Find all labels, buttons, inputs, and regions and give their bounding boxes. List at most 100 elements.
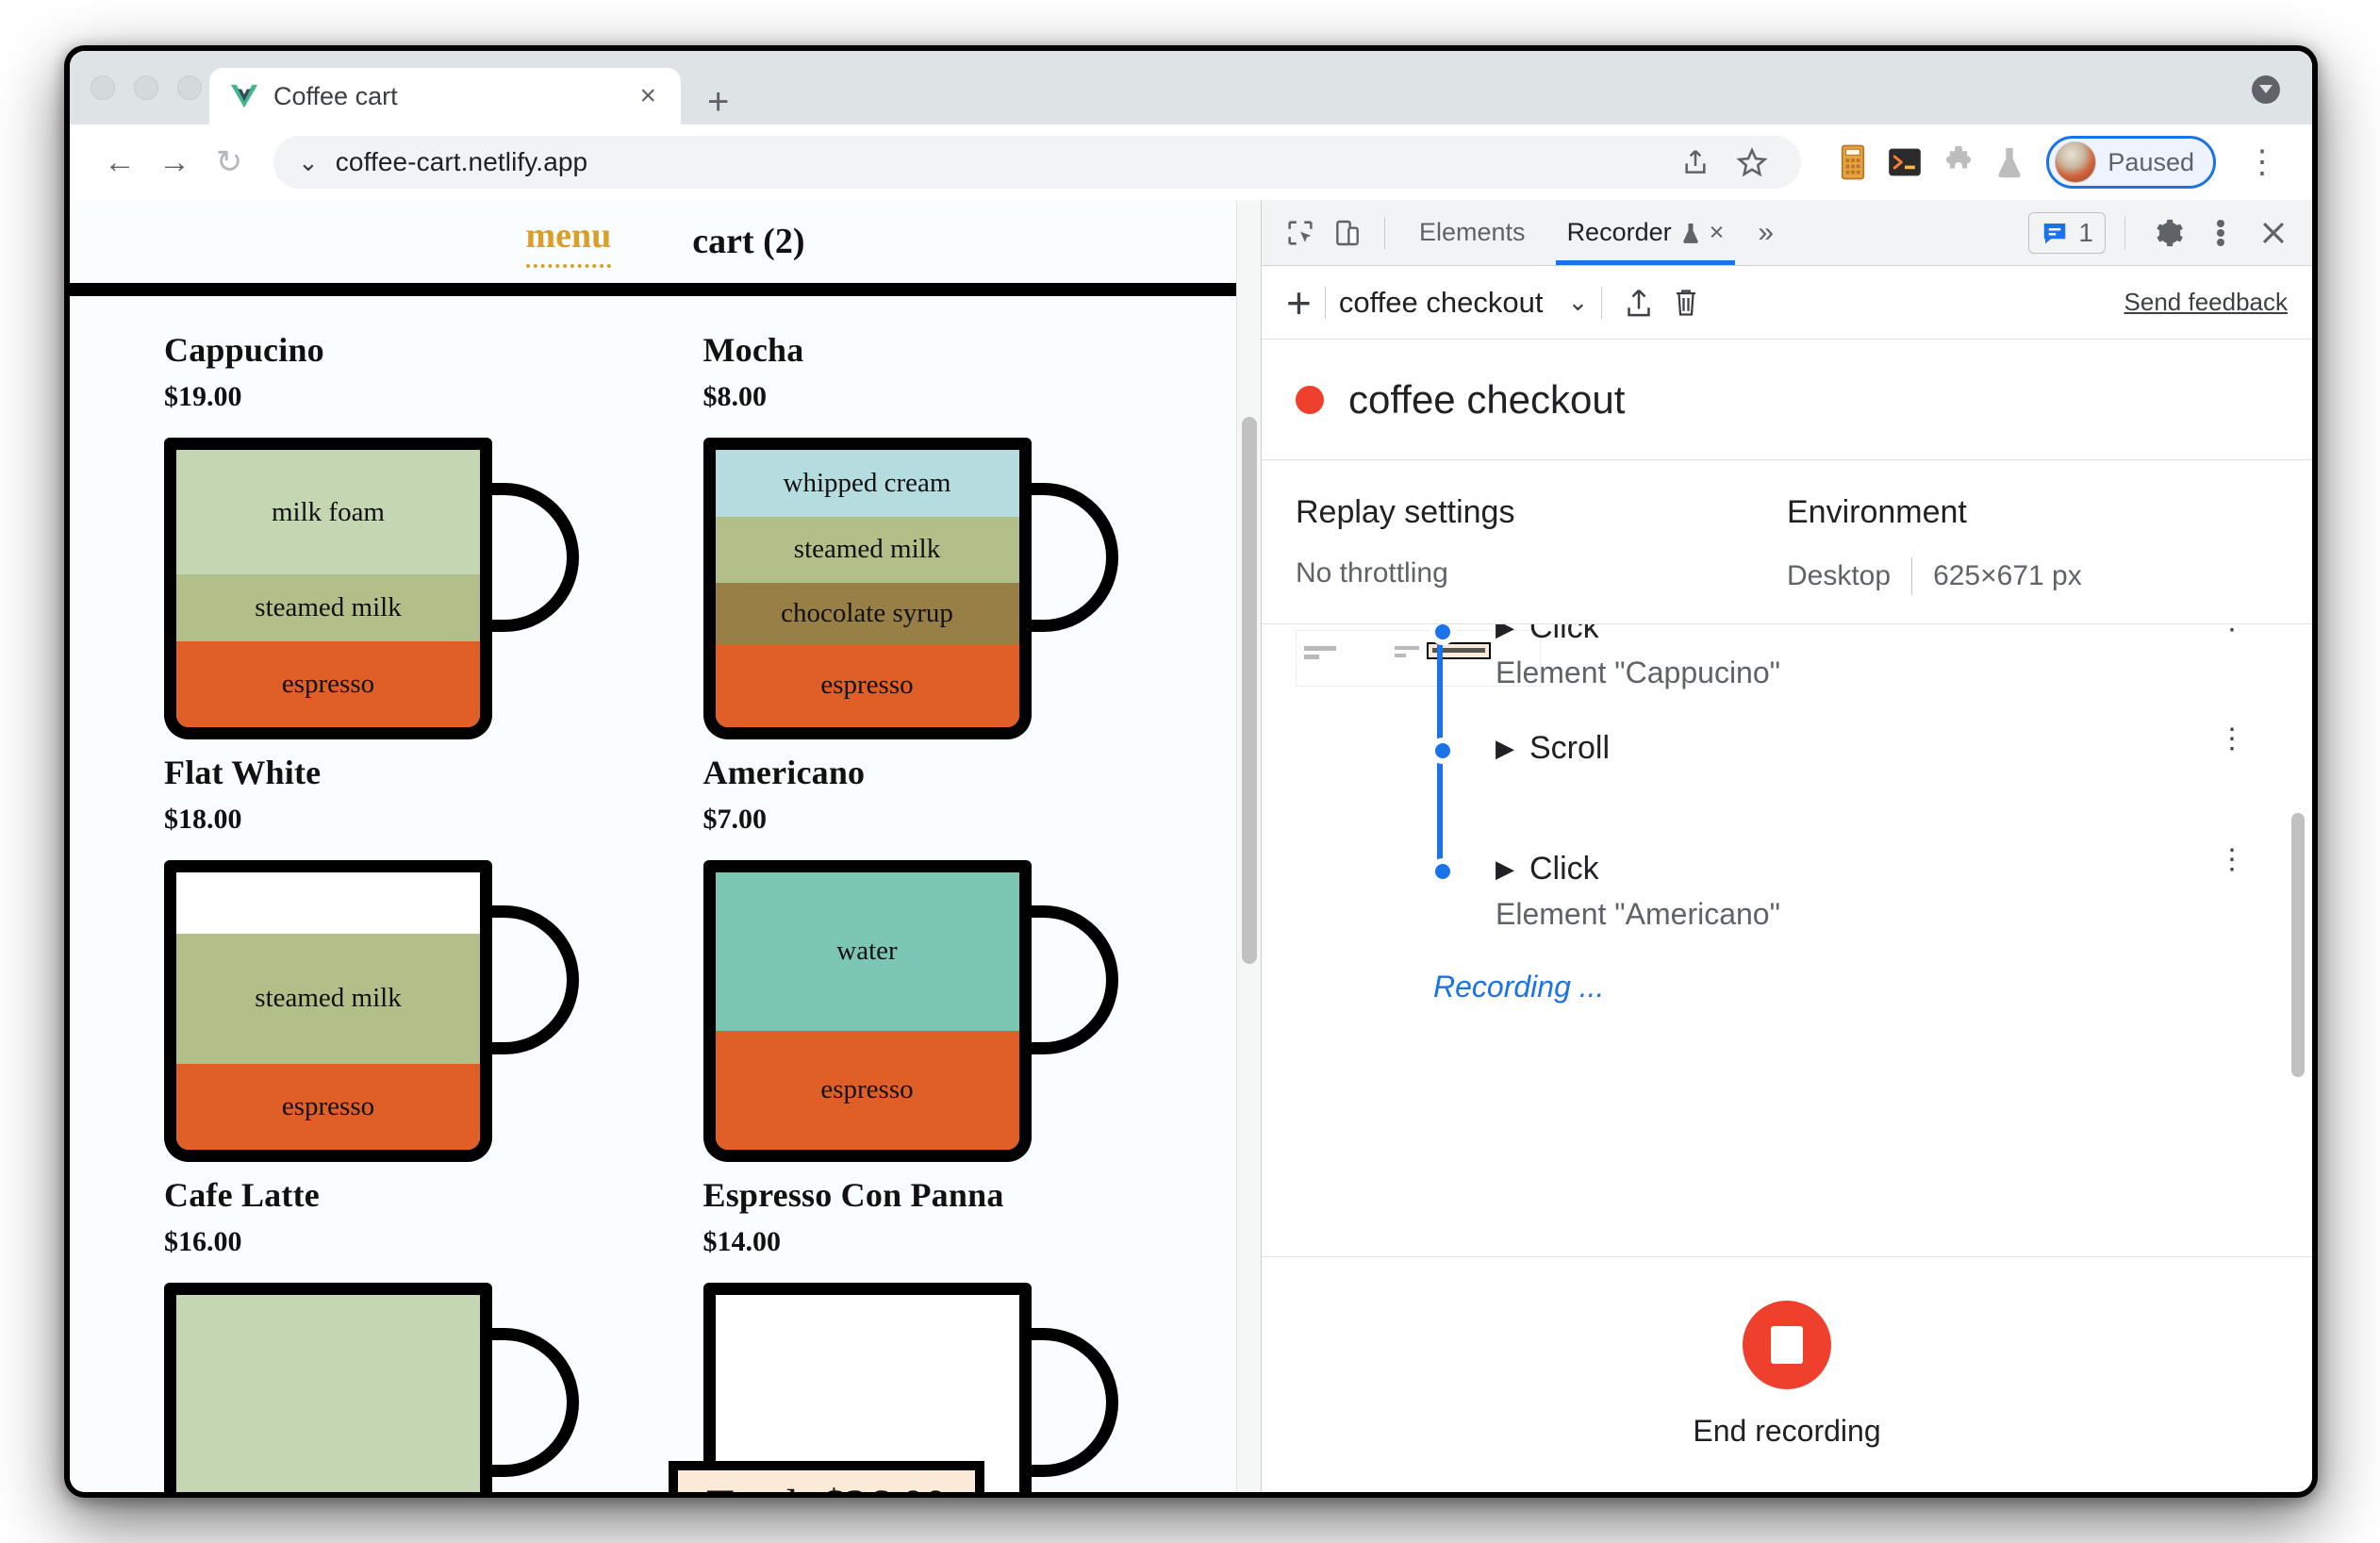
- reload-button[interactable]: ↻: [202, 143, 256, 181]
- coffee-item[interactable]: Americano $7.00 water espresso: [702, 753, 1167, 1162]
- end-recording-label: End recording: [1693, 1414, 1881, 1448]
- coffee-item[interactable]: Mocha $8.00 whipped cream steamed milk choco…: [702, 330, 1167, 739]
- coffee-item[interactable]: Cappucino $19.00 milk foam steamed milk espr…: [164, 330, 628, 739]
- gear-icon[interactable]: [2144, 209, 2191, 257]
- coffee-cup[interactable]: milk foam steamed milk espresso: [164, 438, 579, 739]
- recording-title: coffee checkout: [1348, 376, 1626, 422]
- step-options-icon[interactable]: ⋮: [2218, 624, 2246, 634]
- device-toolbar-icon[interactable]: [1324, 209, 1371, 257]
- maximize-window-button[interactable]: [177, 75, 202, 100]
- tab-recorder-label: Recorder: [1566, 218, 1672, 246]
- step-type: Scroll: [1529, 730, 1611, 766]
- replay-throttling-value[interactable]: No throttling: [1296, 557, 1787, 589]
- close-tab-icon[interactable]: ×: [636, 82, 660, 110]
- cup-layer: [176, 1295, 480, 1492]
- page-scrollbar[interactable]: [1236, 200, 1261, 1492]
- environment-heading: Environment: [1787, 494, 1967, 530]
- recorder-step[interactable]: ▶ Scroll ⋮: [1424, 725, 2312, 767]
- send-feedback-link[interactable]: Send feedback: [2124, 288, 2288, 317]
- nav-link-cart[interactable]: cart (2): [692, 221, 804, 262]
- calculator-extension-icon[interactable]: [1839, 144, 1867, 180]
- cup-layer: water: [715, 872, 1019, 1031]
- cup-layer: milk foam: [176, 450, 480, 575]
- coffee-cup[interactable]: whipped cream steamed milk chocolate syrup…: [702, 438, 1118, 739]
- coffee-item[interactable]: Flat White $18.00 steamed milk espresso: [164, 753, 628, 1162]
- more-tabs-icon[interactable]: »: [1744, 217, 1787, 249]
- tab-recorder[interactable]: Recorder ×: [1546, 200, 1745, 265]
- site-info-chevron-icon[interactable]: ⌄: [298, 148, 319, 177]
- coffee-item-name: Mocha: [702, 331, 804, 369]
- coffee-cup[interactable]: water espresso: [702, 860, 1118, 1162]
- devtools-tabbar: Elements Recorder × » 1: [1262, 200, 2312, 266]
- step-type: Click: [1529, 851, 1599, 887]
- expand-step-icon[interactable]: ▶: [1496, 624, 1514, 642]
- step-options-icon[interactable]: ⋮: [2218, 846, 2246, 873]
- nav-link-menu[interactable]: menu: [525, 215, 612, 268]
- flask-extension-icon[interactable]: [1995, 145, 2024, 179]
- cup-body: water espresso: [702, 860, 1032, 1162]
- page-scrollbar-thumb[interactable]: [1242, 417, 1257, 964]
- inspect-element-icon[interactable]: [1277, 209, 1324, 257]
- toolbar-divider: [1384, 216, 1385, 249]
- back-button[interactable]: ←: [92, 144, 147, 181]
- cup-layer: espresso: [715, 643, 1019, 727]
- header-divider: [70, 283, 1261, 296]
- delete-recording-icon[interactable]: [1662, 279, 1710, 326]
- import-recording-icon[interactable]: [1615, 279, 1662, 326]
- cup-layer: espresso: [715, 1030, 1019, 1150]
- sync-paused-label: Paused: [2107, 147, 2194, 176]
- browser-menu-icon[interactable]: ⋮: [2235, 143, 2289, 181]
- coffee-item-price: $8.00: [702, 381, 768, 412]
- cup-layer: espresso: [176, 1063, 480, 1150]
- coffee-cup[interactable]: steamed milk espresso: [164, 860, 579, 1162]
- browser-window: Coffee cart × + ← → ↻ ⌄ coffee-cart.netl…: [64, 45, 2318, 1498]
- recording-title-row: coffee checkout: [1262, 340, 2312, 460]
- add-recording-button[interactable]: +: [1286, 281, 1312, 324]
- share-icon[interactable]: [1671, 138, 1720, 187]
- web-page-coffee-cart: menu cart (2) Cappucino $19.00 milk foam st…: [70, 200, 1261, 1492]
- recorder-step[interactable]: ▶ Click Element "Americano" ⋮: [1424, 846, 2312, 932]
- coffee-item-name: Cafe Latte: [164, 1176, 320, 1214]
- address-bar[interactable]: ⌄ coffee-cart.netlify.app: [273, 136, 1802, 189]
- coffee-cup[interactable]: [164, 1283, 579, 1492]
- recording-selector[interactable]: coffee checkout ⌄: [1339, 286, 1588, 320]
- steps-scrollbar-thumb[interactable]: [2291, 813, 2305, 1077]
- terminal-extension-icon[interactable]: [1888, 147, 1922, 177]
- close-recorder-tab-icon[interactable]: ×: [1710, 218, 1725, 247]
- expand-step-icon[interactable]: ▶: [1496, 734, 1514, 763]
- step-options-icon[interactable]: ⋮: [2218, 725, 2246, 753]
- chevron-down-icon[interactable]: ⌄: [1567, 288, 1588, 317]
- coffee-item[interactable]: Cafe Latte $16.00: [164, 1175, 628, 1492]
- tab-elements[interactable]: Elements: [1398, 200, 1546, 265]
- stop-square: [1771, 1326, 1803, 1364]
- environment-values: Desktop 625×671 px: [1787, 557, 2278, 595]
- profile-paused-chip[interactable]: Paused: [2046, 136, 2216, 189]
- coffee-item[interactable]: Espresso Con Panna $14.00: [702, 1175, 1167, 1492]
- new-tab-button[interactable]: +: [707, 83, 729, 121]
- tab-strip-menu-icon[interactable]: [2252, 75, 2280, 104]
- cup-layer: whipped cream: [715, 450, 1019, 517]
- tab-elements-label: Elements: [1419, 218, 1526, 246]
- coffee-item-name: Flat White: [164, 754, 322, 791]
- coffee-item-price: $16.00: [164, 1226, 242, 1257]
- step-dot: [1430, 858, 1456, 885]
- close-window-button[interactable]: [91, 75, 115, 100]
- close-devtools-icon[interactable]: [2250, 209, 2297, 257]
- puzzle-extension-icon[interactable]: [1942, 146, 1975, 178]
- more-options-icon[interactable]: [2197, 209, 2244, 257]
- step-dot: [1430, 738, 1456, 764]
- window-traffic-lights[interactable]: [91, 75, 202, 100]
- environment-viewport: 625×671 px: [1933, 560, 2082, 591]
- browser-tab[interactable]: Coffee cart ×: [209, 68, 681, 124]
- recorder-step[interactable]: ▶ Click Element "Cappucino" ⋮: [1424, 624, 2312, 690]
- extension-icons: [1839, 144, 2024, 180]
- star-icon[interactable]: [1727, 138, 1777, 187]
- forward-button[interactable]: →: [147, 144, 202, 181]
- stop-recording-icon[interactable]: [1743, 1301, 1831, 1389]
- browser-toolbar: ← → ↻ ⌄ coffee-cart.netlify.app Paused ⋮: [70, 124, 2312, 200]
- expand-step-icon[interactable]: ▶: [1496, 854, 1514, 884]
- actions-divider: [2124, 216, 2125, 249]
- minimize-window-button[interactable]: [134, 75, 158, 100]
- issues-badge[interactable]: 1: [2028, 211, 2106, 254]
- steps-scrollbar[interactable]: [2291, 624, 2305, 1256]
